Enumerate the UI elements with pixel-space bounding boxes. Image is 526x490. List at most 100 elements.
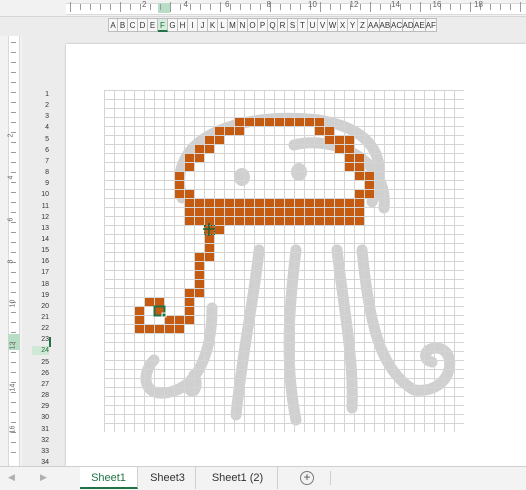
row-header-23[interactable]: 23: [32, 335, 49, 344]
ruler-tick: [11, 152, 16, 153]
column-header-ab[interactable]: AB: [379, 18, 391, 32]
row-header-24[interactable]: 24: [32, 346, 49, 356]
row-header-8[interactable]: 8: [32, 168, 49, 177]
filled-cell: [354, 153, 364, 162]
row-header-11[interactable]: 11: [32, 202, 49, 211]
filled-cell: [204, 135, 214, 144]
row-header-4[interactable]: 4: [32, 123, 49, 132]
row-header-30[interactable]: 30: [32, 413, 49, 422]
horizontal-ruler: 2 4 6 8 10 12 14 16 18: [0, 0, 526, 17]
column-header-l[interactable]: L: [218, 18, 228, 32]
row-header-2[interactable]: 2: [32, 101, 49, 110]
row-header-22[interactable]: 22: [32, 324, 49, 333]
column-header-u[interactable]: U: [308, 18, 318, 32]
column-header-s[interactable]: S: [288, 18, 298, 32]
row-header-29[interactable]: 29: [32, 402, 49, 411]
row-header-32[interactable]: 32: [32, 436, 49, 445]
column-header-d[interactable]: D: [138, 18, 148, 32]
row-header-19[interactable]: 19: [32, 291, 49, 300]
row-header-6[interactable]: 6: [32, 146, 49, 155]
column-header-w[interactable]: W: [328, 18, 338, 32]
tab-scroll-left-icon[interactable]: ◀: [8, 472, 15, 483]
row-header-33[interactable]: 33: [32, 447, 49, 456]
column-header-ae[interactable]: AE: [414, 18, 426, 32]
column-header-j[interactable]: J: [198, 18, 208, 32]
sheet-tab-1[interactable]: Sheet1: [80, 467, 138, 489]
ruler-tick: [320, 2, 321, 12]
filled-cell: [194, 216, 204, 225]
column-header-k[interactable]: K: [208, 18, 218, 32]
filled-cell: [364, 189, 374, 198]
row-header-10[interactable]: 10: [32, 190, 49, 199]
cell-grid[interactable]: [104, 90, 464, 432]
add-sheet-button[interactable]: +: [300, 471, 314, 485]
column-header-c[interactable]: C: [128, 18, 138, 32]
column-header-v[interactable]: V: [318, 18, 328, 32]
filled-cell: [344, 207, 354, 216]
ruler-tick: [11, 142, 16, 143]
row-header-17[interactable]: 17: [32, 268, 49, 277]
row-header-20[interactable]: 20: [32, 302, 49, 311]
column-header-p[interactable]: P: [258, 18, 268, 32]
filled-cell: [184, 153, 194, 162]
row-header-3[interactable]: 3: [32, 112, 49, 121]
column-header-y[interactable]: Y: [348, 18, 358, 32]
filled-cell: [314, 198, 324, 207]
row-header-5[interactable]: 5: [32, 135, 49, 144]
filled-cell: [174, 171, 184, 180]
row-header-15[interactable]: 15: [32, 246, 49, 255]
column-header-h[interactable]: H: [178, 18, 188, 32]
column-header-e[interactable]: E: [148, 18, 158, 32]
ruler-tick: [170, 2, 171, 12]
ruler-tick: [150, 4, 151, 10]
sheet-tab-2[interactable]: Sheet3: [140, 467, 196, 489]
row-header-7[interactable]: 7: [32, 157, 49, 166]
filled-cell: [134, 324, 144, 333]
column-header-r[interactable]: R: [278, 18, 288, 32]
column-header-t[interactable]: T: [298, 18, 308, 32]
ruler-tick: [370, 2, 371, 12]
column-header-ad[interactable]: AD: [402, 18, 414, 32]
row-header-13[interactable]: 13: [32, 224, 49, 233]
row-header-12[interactable]: 12: [32, 213, 49, 222]
filled-cell: [324, 126, 334, 135]
filled-cell: [234, 117, 244, 126]
ruler-tick: [90, 4, 91, 10]
row-header-14[interactable]: 14: [32, 235, 49, 244]
column-header-g[interactable]: G: [168, 18, 178, 32]
filled-cell: [354, 216, 364, 225]
row-header-31[interactable]: 31: [32, 425, 49, 434]
column-header-m[interactable]: M: [228, 18, 238, 32]
column-header-aa[interactable]: AA: [368, 18, 380, 32]
ruler-tick: [180, 4, 181, 10]
column-header-ac[interactable]: AC: [391, 18, 403, 32]
row-header-9[interactable]: 9: [32, 179, 49, 188]
column-header-z[interactable]: Z: [358, 18, 368, 32]
column-header-f[interactable]: F: [158, 18, 168, 32]
row-header-16[interactable]: 16: [32, 257, 49, 266]
cell-grid-canvas[interactable]: [104, 90, 464, 432]
row-header-27[interactable]: 27: [32, 380, 49, 389]
column-header-b[interactable]: B: [118, 18, 128, 32]
sheet-tab-3[interactable]: Sheet1 (2): [198, 467, 278, 489]
ruler-tick: [11, 102, 16, 103]
row-header-25[interactable]: 25: [32, 358, 49, 367]
column-header-a[interactable]: A: [108, 18, 118, 32]
row-header-18[interactable]: 18: [32, 280, 49, 289]
ruler-number: 18: [474, 0, 483, 9]
filled-cell: [174, 315, 184, 324]
row-header-28[interactable]: 28: [32, 391, 49, 400]
column-header-n[interactable]: N: [238, 18, 248, 32]
row-header-26[interactable]: 26: [32, 369, 49, 378]
column-header-i[interactable]: I: [188, 18, 198, 32]
column-header-q[interactable]: Q: [268, 18, 278, 32]
sheet-tab-bar: ◀ ▶ Sheet1 Sheet3 Sheet1 (2) +: [0, 466, 526, 490]
ruler-number: 6: [225, 0, 230, 9]
tab-scroll-right-icon[interactable]: ▶: [40, 472, 47, 483]
column-header-x[interactable]: X: [338, 18, 348, 32]
row-header-1[interactable]: 1: [32, 90, 49, 99]
column-header-af[interactable]: AF: [425, 18, 437, 32]
row-header-21[interactable]: 21: [32, 313, 49, 322]
ruler-tick: [11, 402, 16, 403]
column-header-o[interactable]: O: [248, 18, 258, 32]
